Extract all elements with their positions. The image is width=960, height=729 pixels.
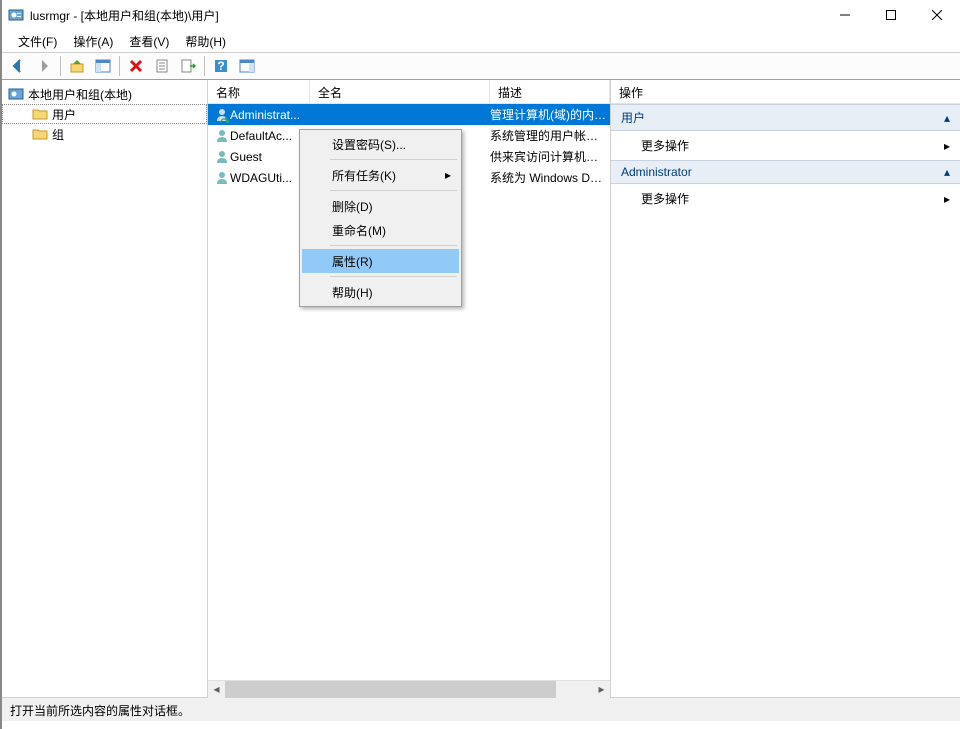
ctx-delete[interactable]: 删除(D) [302, 194, 459, 218]
actions-group-users-label: 用户 [621, 109, 645, 126]
ctx-delete-label: 删除(D) [332, 198, 373, 215]
ctx-set-password[interactable]: 设置密码(S)... [302, 132, 459, 156]
cell-name: Guest [230, 150, 262, 164]
show-hide-action-button[interactable] [235, 54, 259, 78]
tree-groups[interactable]: 组 [2, 124, 207, 144]
column-description[interactable]: 描述 [490, 80, 610, 103]
actions-panel: 操作 用户 ▴ 更多操作 ▸ Administrator ▴ 更多操作 ▸ [611, 80, 960, 697]
user-icon [214, 170, 230, 186]
titlebar: lusrmgr - [本地用户和组(本地)\用户] [2, 0, 960, 30]
cell-description: 系统为 Windows Defen [486, 169, 610, 186]
status-text: 打开当前所选内容的属性对话框。 [10, 704, 190, 718]
user-icon [214, 128, 230, 144]
delete-button[interactable] [124, 54, 148, 78]
action-more-label: 更多操作 [641, 190, 689, 207]
ctx-all-tasks-label: 所有任务(K) [332, 167, 396, 184]
forward-button[interactable] [32, 54, 56, 78]
collapse-icon: ▴ [944, 111, 950, 125]
menu-action[interactable]: 操作(A) [67, 31, 119, 52]
cell-description: 管理计算机(域)的内置帐 [486, 106, 610, 123]
submenu-arrow-icon: ▸ [944, 192, 950, 206]
scroll-thumb[interactable] [225, 681, 556, 698]
cell-name: DefaultAc... [230, 129, 292, 143]
context-menu: 设置密码(S)... 所有任务(K) ▸ 删除(D) 重命名(M) 属性(R) … [299, 129, 462, 307]
cell-description: 系统管理的用户帐户。 [486, 127, 610, 144]
ctx-properties-label: 属性(R) [332, 253, 373, 270]
ctx-rename-label: 重命名(M) [332, 222, 386, 239]
ctx-separator [330, 159, 457, 160]
menu-file[interactable]: 文件(F) [12, 31, 63, 52]
actions-header: 操作 [611, 80, 960, 104]
tree-groups-label: 组 [52, 126, 64, 143]
scroll-track[interactable] [225, 681, 593, 698]
ctx-properties[interactable]: 属性(R) [302, 249, 459, 273]
tree-root-label: 本地用户和组(本地) [28, 86, 132, 103]
main-area: 本地用户和组(本地) 用户 组 名称 全名 描述 Administrat... … [2, 80, 960, 697]
ctx-rename[interactable]: 重命名(M) [302, 218, 459, 242]
actions-group-admin-label: Administrator [621, 165, 692, 179]
user-icon [214, 107, 230, 123]
actions-group-admin[interactable]: Administrator ▴ [611, 160, 960, 184]
users-groups-icon [8, 86, 24, 102]
menu-view[interactable]: 查看(V) [123, 31, 175, 52]
minimize-button[interactable] [822, 0, 868, 30]
tree-panel: 本地用户和组(本地) 用户 组 [2, 80, 208, 697]
actions-group-users[interactable]: 用户 ▴ [611, 104, 960, 131]
ctx-all-tasks[interactable]: 所有任务(K) ▸ [302, 163, 459, 187]
close-button[interactable] [914, 0, 960, 30]
tree-root[interactable]: 本地用户和组(本地) [2, 84, 207, 104]
ctx-separator [330, 245, 457, 246]
action-more-admin[interactable]: 更多操作 ▸ [611, 184, 960, 213]
action-more-users[interactable]: 更多操作 ▸ [611, 131, 960, 160]
show-hide-tree-button[interactable] [91, 54, 115, 78]
help-button[interactable]: ? [209, 54, 233, 78]
menubar: 文件(F) 操作(A) 查看(V) 帮助(H) [2, 30, 960, 52]
status-bar: 打开当前所选内容的属性对话框。 [2, 697, 960, 721]
menu-help[interactable]: 帮助(H) [179, 31, 232, 52]
ctx-set-password-label: 设置密码(S)... [332, 136, 406, 153]
list-header: 名称 全名 描述 [208, 80, 610, 104]
collapse-icon: ▴ [944, 165, 950, 179]
cell-description: 供来宾访问计算机或访问 [486, 148, 610, 165]
horizontal-scrollbar[interactable]: ◂ ▸ [208, 680, 610, 697]
scroll-left-button[interactable]: ◂ [208, 681, 225, 698]
scroll-right-button[interactable]: ▸ [593, 681, 610, 698]
folder-icon [32, 126, 48, 142]
tree-users-label: 用户 [52, 106, 76, 123]
back-button[interactable] [6, 54, 30, 78]
up-button[interactable] [65, 54, 89, 78]
export-button[interactable] [176, 54, 200, 78]
tree-users[interactable]: 用户 [2, 104, 207, 124]
column-fullname[interactable]: 全名 [310, 80, 490, 103]
action-more-label: 更多操作 [641, 137, 689, 154]
cell-name: Administrat... [230, 108, 300, 122]
ctx-help-label: 帮助(H) [332, 284, 373, 301]
window-title: lusrmgr - [本地用户和组(本地)\用户] [30, 7, 822, 24]
toolbar: ? [2, 52, 960, 80]
ctx-separator [330, 276, 457, 277]
user-icon [214, 149, 230, 165]
ctx-help[interactable]: 帮助(H) [302, 280, 459, 304]
maximize-button[interactable] [868, 0, 914, 30]
folder-icon [32, 106, 48, 122]
list-row[interactable]: Administrat... 管理计算机(域)的内置帐 [208, 104, 610, 125]
submenu-arrow-icon: ▸ [944, 139, 950, 153]
svg-text:?: ? [217, 59, 224, 73]
column-name[interactable]: 名称 [208, 80, 310, 103]
cell-name: WDAGUti... [230, 171, 292, 185]
properties-button[interactable] [150, 54, 174, 78]
ctx-separator [330, 190, 457, 191]
app-icon [8, 7, 24, 23]
submenu-arrow-icon: ▸ [445, 168, 451, 182]
